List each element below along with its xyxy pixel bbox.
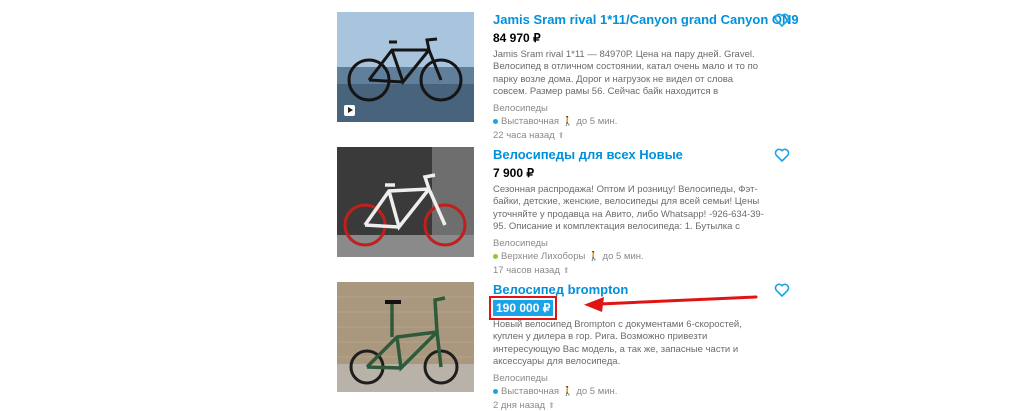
metro-line-dot-icon xyxy=(493,389,498,394)
promoted-arrow-icon: ⬆ xyxy=(562,266,570,275)
metro-line-dot-icon xyxy=(493,254,498,259)
listing-photo[interactable] xyxy=(337,147,474,257)
metro-station: Выставочная xyxy=(501,116,560,127)
promoted-arrow-icon: ⬆ xyxy=(548,401,555,410)
listing-date: 17 часов назад ⬆ xyxy=(493,265,767,276)
favorite-heart-icon[interactable] xyxy=(774,12,790,28)
listing-category: Велосипеды xyxy=(493,373,548,384)
promoted-arrow-icon: ⬆ xyxy=(557,131,565,140)
favorite-heart-icon[interactable] xyxy=(774,147,790,163)
posted-time: 22 часа назад xyxy=(493,130,555,141)
posted-time: 17 часов назад xyxy=(493,265,560,276)
listing-photo[interactable] xyxy=(337,12,474,122)
listing-price: 84 970 ₽ xyxy=(493,31,541,45)
listing-title[interactable]: Jamis Sram rival 1*11/Canyon grand Canyo… xyxy=(493,12,799,28)
listing-date: 22 часа назад ⬆ xyxy=(493,130,767,141)
listing-description: Новый велосипед Brompton с документами 6… xyxy=(493,319,742,368)
listing-description: Jamis Sram rival 1*11 — 84970Р. Цена на … xyxy=(493,49,759,98)
listing-price: 7 900 ₽ xyxy=(493,166,534,180)
favorite-heart-icon[interactable] xyxy=(774,282,790,298)
listing-description: Сезонная распродажа! Оптом И розницу! Ве… xyxy=(493,184,764,233)
metro-station: Верхние Лихоборы xyxy=(501,251,586,262)
listing-location: Выставочная 🚶 до 5 мин. xyxy=(493,116,767,127)
listing-title[interactable]: Велосипеды для всех Новые xyxy=(493,147,767,163)
video-play-icon xyxy=(344,105,355,116)
walk-icon: 🚶 xyxy=(562,386,574,396)
listing-card[interactable]: Jamis Sram rival 1*11/Canyon grand Canyo… xyxy=(337,12,799,141)
annotation-arrow-icon xyxy=(584,295,758,312)
listing-location: Выставочная 🚶 до 5 мин. xyxy=(493,386,767,397)
listing-category: Велосипеды xyxy=(493,103,548,114)
highlighted-price: 190 000 ₽ xyxy=(488,296,558,320)
walk-time: до 5 мин. xyxy=(576,386,618,397)
metro-line-dot-icon xyxy=(493,119,498,124)
metro-station: Выставочная xyxy=(501,386,560,397)
listing-date: 2 дня назад ⬆ xyxy=(493,400,767,411)
walk-icon: 🚶 xyxy=(588,251,600,261)
listing-photo[interactable] xyxy=(337,282,474,392)
posted-time: 2 дня назад xyxy=(493,400,546,411)
listing-category: Велосипеды xyxy=(493,238,548,249)
walk-icon: 🚶 xyxy=(562,116,574,126)
walk-time: до 5 мин. xyxy=(602,251,644,262)
listing-card[interactable]: Велосипеды для всех Новые 7 900 ₽ Сезонн… xyxy=(337,147,797,276)
walk-time: до 5 мин. xyxy=(576,116,618,127)
listing-location: Верхние Лихоборы 🚶 до 5 мин. xyxy=(493,251,767,262)
